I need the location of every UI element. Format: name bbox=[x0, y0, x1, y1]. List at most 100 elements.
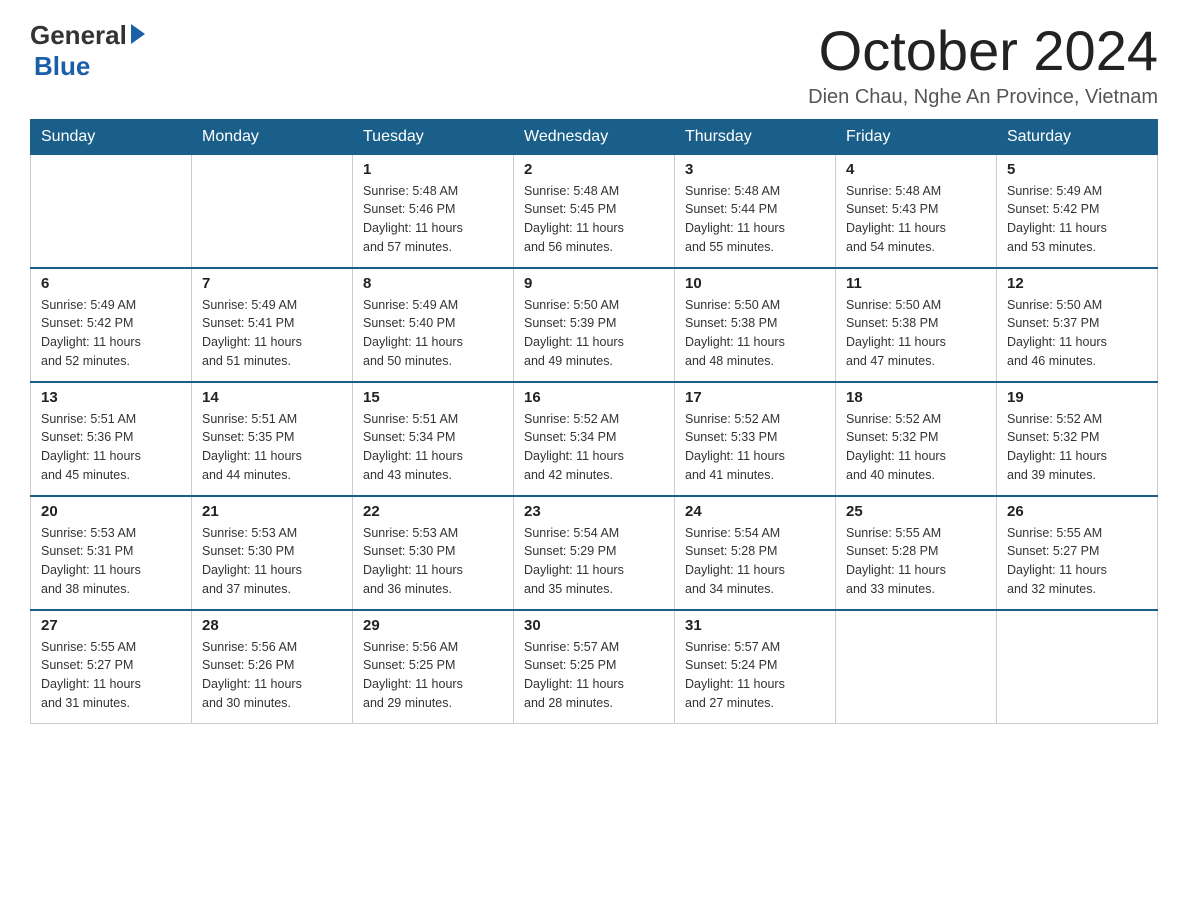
logo-blue-text: Blue bbox=[34, 51, 90, 81]
day-number: 10 bbox=[685, 275, 825, 292]
calendar-cell: 23 Sunrise: 5:54 AMSunset: 5:29 PMDayligh… bbox=[514, 496, 675, 610]
week-row-2: 6 Sunrise: 5:49 AMSunset: 5:42 PMDaylight… bbox=[31, 268, 1158, 382]
calendar-cell: 4 Sunrise: 5:48 AMSunset: 5:43 PMDaylight… bbox=[836, 154, 997, 268]
day-info: Sunrise: 5:57 AMSunset: 5:24 PMDaylight:… bbox=[685, 638, 825, 713]
day-number: 28 bbox=[202, 617, 342, 634]
day-info: Sunrise: 5:48 AMSunset: 5:45 PMDaylight:… bbox=[524, 182, 664, 257]
day-number: 3 bbox=[685, 161, 825, 178]
day-info: Sunrise: 5:49 AMSunset: 5:40 PMDaylight:… bbox=[363, 296, 503, 371]
week-row-3: 13 Sunrise: 5:51 AMSunset: 5:36 PMDayligh… bbox=[31, 382, 1158, 496]
day-number: 9 bbox=[524, 275, 664, 292]
day-info: Sunrise: 5:51 AMSunset: 5:36 PMDaylight:… bbox=[41, 410, 181, 485]
day-number: 29 bbox=[363, 617, 503, 634]
day-info: Sunrise: 5:50 AMSunset: 5:38 PMDaylight:… bbox=[685, 296, 825, 371]
calendar-cell: 16 Sunrise: 5:52 AMSunset: 5:34 PMDayligh… bbox=[514, 382, 675, 496]
day-info: Sunrise: 5:52 AMSunset: 5:34 PMDaylight:… bbox=[524, 410, 664, 485]
calendar-cell: 5 Sunrise: 5:49 AMSunset: 5:42 PMDaylight… bbox=[997, 154, 1158, 268]
calendar-cell: 20Sunrise: 5:53 AMSunset: 5:31 PMDayligh… bbox=[31, 496, 192, 610]
calendar-cell bbox=[997, 610, 1158, 724]
calendar-cell: 15 Sunrise: 5:51 AMSunset: 5:34 PMDayligh… bbox=[353, 382, 514, 496]
day-number: 6 bbox=[41, 275, 181, 292]
calendar-cell bbox=[31, 154, 192, 268]
day-number: 14 bbox=[202, 389, 342, 406]
page-header: General Blue October 2024 Dien Chau, Ngh… bbox=[30, 20, 1158, 109]
calendar-cell: 12Sunrise: 5:50 AMSunset: 5:37 PMDayligh… bbox=[997, 268, 1158, 382]
day-number: 17 bbox=[685, 389, 825, 406]
day-info: Sunrise: 5:50 AMSunset: 5:38 PMDaylight:… bbox=[846, 296, 986, 371]
calendar-cell: 7 Sunrise: 5:49 AMSunset: 5:41 PMDaylight… bbox=[192, 268, 353, 382]
day-number: 18 bbox=[846, 389, 986, 406]
day-header-tuesday: Tuesday bbox=[353, 119, 514, 154]
day-info: Sunrise: 5:53 AMSunset: 5:30 PMDaylight:… bbox=[202, 524, 342, 599]
day-info: Sunrise: 5:51 AMSunset: 5:34 PMDaylight:… bbox=[363, 410, 503, 485]
day-number: 7 bbox=[202, 275, 342, 292]
day-header-sunday: Sunday bbox=[31, 119, 192, 154]
day-info: Sunrise: 5:48 AMSunset: 5:43 PMDaylight:… bbox=[846, 182, 986, 257]
calendar-cell: 2 Sunrise: 5:48 AMSunset: 5:45 PMDaylight… bbox=[514, 154, 675, 268]
day-number: 15 bbox=[363, 389, 503, 406]
calendar-cell: 6 Sunrise: 5:49 AMSunset: 5:42 PMDaylight… bbox=[31, 268, 192, 382]
day-number: 1 bbox=[363, 161, 503, 178]
calendar-cell: 22Sunrise: 5:53 AMSunset: 5:30 PMDayligh… bbox=[353, 496, 514, 610]
day-number: 5 bbox=[1007, 161, 1147, 178]
day-info: Sunrise: 5:49 AMSunset: 5:42 PMDaylight:… bbox=[41, 296, 181, 371]
calendar-cell: 10 Sunrise: 5:50 AMSunset: 5:38 PMDayligh… bbox=[675, 268, 836, 382]
day-info: Sunrise: 5:56 AMSunset: 5:26 PMDaylight:… bbox=[202, 638, 342, 713]
day-header-monday: Monday bbox=[192, 119, 353, 154]
day-number: 24 bbox=[685, 503, 825, 520]
logo-arrow-icon bbox=[131, 24, 145, 44]
day-number: 11 bbox=[846, 275, 986, 292]
days-header-row: SundayMondayTuesdayWednesdayThursdayFrid… bbox=[31, 119, 1158, 154]
calendar-cell: 13 Sunrise: 5:51 AMSunset: 5:36 PMDayligh… bbox=[31, 382, 192, 496]
calendar-cell: 21 Sunrise: 5:53 AMSunset: 5:30 PMDayligh… bbox=[192, 496, 353, 610]
calendar-cell bbox=[836, 610, 997, 724]
day-info: Sunrise: 5:51 AMSunset: 5:35 PMDaylight:… bbox=[202, 410, 342, 485]
calendar-cell: 17Sunrise: 5:52 AMSunset: 5:33 PMDayligh… bbox=[675, 382, 836, 496]
calendar-cell bbox=[192, 154, 353, 268]
calendar-cell: 8 Sunrise: 5:49 AMSunset: 5:40 PMDaylight… bbox=[353, 268, 514, 382]
day-info: Sunrise: 5:56 AMSunset: 5:25 PMDaylight:… bbox=[363, 638, 503, 713]
week-row-1: 1 Sunrise: 5:48 AMSunset: 5:46 PMDaylight… bbox=[31, 154, 1158, 268]
day-info: Sunrise: 5:48 AMSunset: 5:46 PMDaylight:… bbox=[363, 182, 503, 257]
day-info: Sunrise: 5:53 AMSunset: 5:31 PMDaylight:… bbox=[41, 524, 181, 599]
day-info: Sunrise: 5:49 AMSunset: 5:41 PMDaylight:… bbox=[202, 296, 342, 371]
day-number: 8 bbox=[363, 275, 503, 292]
day-header-saturday: Saturday bbox=[997, 119, 1158, 154]
day-number: 30 bbox=[524, 617, 664, 634]
day-info: Sunrise: 5:54 AMSunset: 5:29 PMDaylight:… bbox=[524, 524, 664, 599]
week-row-4: 20Sunrise: 5:53 AMSunset: 5:31 PMDayligh… bbox=[31, 496, 1158, 610]
day-header-wednesday: Wednesday bbox=[514, 119, 675, 154]
location-title: Dien Chau, Nghe An Province, Vietnam bbox=[808, 86, 1158, 109]
day-number: 2 bbox=[524, 161, 664, 178]
day-number: 16 bbox=[524, 389, 664, 406]
day-info: Sunrise: 5:48 AMSunset: 5:44 PMDaylight:… bbox=[685, 182, 825, 257]
day-header-friday: Friday bbox=[836, 119, 997, 154]
day-number: 26 bbox=[1007, 503, 1147, 520]
day-number: 12 bbox=[1007, 275, 1147, 292]
day-info: Sunrise: 5:55 AMSunset: 5:27 PMDaylight:… bbox=[1007, 524, 1147, 599]
day-number: 13 bbox=[41, 389, 181, 406]
day-number: 25 bbox=[846, 503, 986, 520]
day-number: 21 bbox=[202, 503, 342, 520]
calendar-cell: 29 Sunrise: 5:56 AMSunset: 5:25 PMDayligh… bbox=[353, 610, 514, 724]
calendar-cell: 18Sunrise: 5:52 AMSunset: 5:32 PMDayligh… bbox=[836, 382, 997, 496]
calendar-cell: 28 Sunrise: 5:56 AMSunset: 5:26 PMDayligh… bbox=[192, 610, 353, 724]
day-number: 31 bbox=[685, 617, 825, 634]
day-number: 4 bbox=[846, 161, 986, 178]
day-info: Sunrise: 5:49 AMSunset: 5:42 PMDaylight:… bbox=[1007, 182, 1147, 257]
day-number: 23 bbox=[524, 503, 664, 520]
logo: General Blue bbox=[30, 20, 145, 82]
calendar-cell: 27 Sunrise: 5:55 AMSunset: 5:27 PMDayligh… bbox=[31, 610, 192, 724]
month-title: October 2024 bbox=[808, 20, 1158, 82]
calendar-cell: 25 Sunrise: 5:55 AMSunset: 5:28 PMDayligh… bbox=[836, 496, 997, 610]
calendar-cell: 3 Sunrise: 5:48 AMSunset: 5:44 PMDaylight… bbox=[675, 154, 836, 268]
calendar-cell: 14 Sunrise: 5:51 AMSunset: 5:35 PMDayligh… bbox=[192, 382, 353, 496]
day-info: Sunrise: 5:55 AMSunset: 5:28 PMDaylight:… bbox=[846, 524, 986, 599]
calendar-cell: 24Sunrise: 5:54 AMSunset: 5:28 PMDayligh… bbox=[675, 496, 836, 610]
day-info: Sunrise: 5:55 AMSunset: 5:27 PMDaylight:… bbox=[41, 638, 181, 713]
day-number: 19 bbox=[1007, 389, 1147, 406]
day-number: 27 bbox=[41, 617, 181, 634]
calendar-cell: 31 Sunrise: 5:57 AMSunset: 5:24 PMDayligh… bbox=[675, 610, 836, 724]
calendar-cell: 30Sunrise: 5:57 AMSunset: 5:25 PMDayligh… bbox=[514, 610, 675, 724]
calendar-cell: 19Sunrise: 5:52 AMSunset: 5:32 PMDayligh… bbox=[997, 382, 1158, 496]
